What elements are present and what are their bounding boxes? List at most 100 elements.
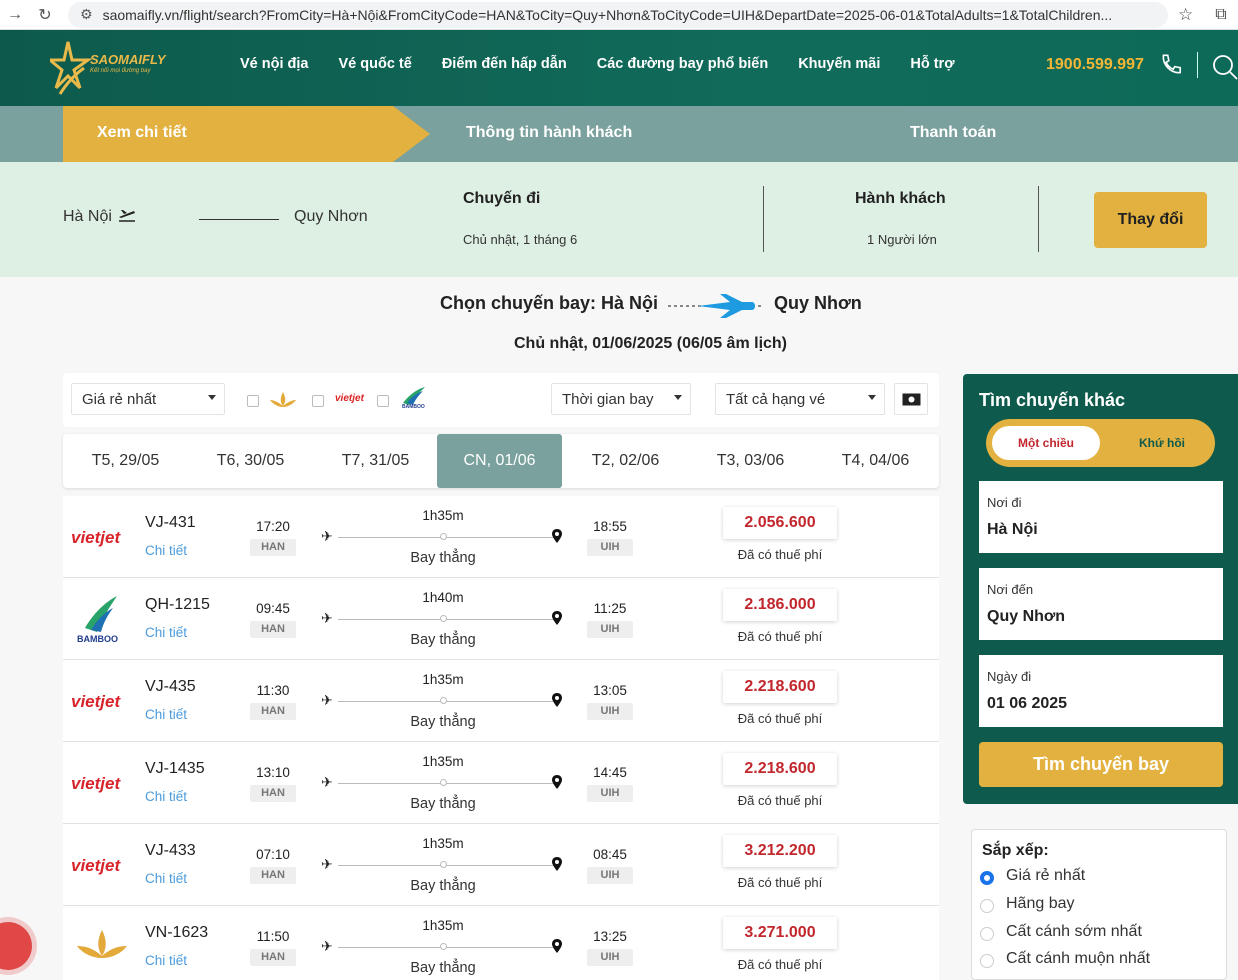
search-icon[interactable]: [1210, 52, 1238, 80]
price-button[interactable]: 2.218.600: [723, 671, 837, 703]
date-tab-active[interactable]: CN, 01/06: [437, 434, 562, 488]
price-button[interactable]: 2.186.000: [723, 589, 837, 621]
airline-filter-vna-checkbox[interactable]: [247, 395, 259, 407]
arrival-time: 08:45: [593, 847, 627, 862]
radio[interactable]: [980, 899, 994, 913]
nav-support[interactable]: Hỗ trợ: [910, 56, 954, 72]
filter-bar: Giá rẻ nhất vietjet BAMBOO Thời gian bay…: [63, 373, 939, 427]
flight-details-link[interactable]: Chi tiết: [145, 953, 187, 968]
cash-icon: [902, 393, 921, 406]
date-tab[interactable]: T7, 31/05: [313, 434, 438, 488]
price-display-toggle[interactable]: [894, 383, 928, 415]
flight-time-select[interactable]: Thời gian bay: [551, 383, 691, 415]
flight-duration: 1h35m: [422, 508, 464, 523]
step-details: Xem chi tiết: [97, 124, 187, 141]
origin-field[interactable]: Nơi đi Hà Nội: [979, 481, 1223, 553]
flight-details-link[interactable]: Chi tiết: [145, 707, 187, 722]
departure-airport-code: HAN: [250, 703, 296, 720]
search-flights-button[interactable]: Tìm chuyến bay: [979, 742, 1223, 787]
destination-label: Nơi đến: [987, 582, 1034, 597]
airplane-icon: ✈: [321, 774, 333, 790]
forward-icon[interactable]: →: [0, 6, 30, 24]
departure-airport-code: HAN: [250, 539, 296, 556]
radio[interactable]: [980, 927, 994, 941]
arrival-time: 13:05: [593, 683, 627, 698]
tax-included-note: Đã có thuế phí: [737, 875, 823, 890]
route-plane-icon: [668, 294, 764, 318]
nonstop-label: Bay thẳng: [410, 550, 476, 566]
track-midpoint: [440, 943, 447, 950]
date-tab[interactable]: T6, 30/05: [188, 434, 313, 488]
flight-details-link[interactable]: Chi tiết: [145, 789, 187, 804]
round-trip-option[interactable]: Khứ hồi: [1114, 426, 1210, 460]
price-button[interactable]: 3.212.200: [723, 835, 837, 867]
flight-row[interactable]: vietjet VJ-433 Chi tiết 07:10 HAN 1h35m ✈ Bay t…: [63, 824, 939, 906]
flight-track-line: [338, 701, 558, 702]
radio[interactable]: [980, 954, 994, 968]
track-midpoint: [440, 697, 447, 704]
bamboo-airways-logo: BAMBOO: [77, 596, 118, 644]
track-midpoint: [440, 533, 447, 540]
trip-heading: Chuyến đi: [463, 190, 541, 207]
reload-icon[interactable]: ↻: [30, 5, 60, 25]
bookmark-star-icon[interactable]: ☆: [1178, 5, 1193, 25]
flight-track-line: [338, 947, 558, 948]
departure-time: 13:10: [256, 765, 290, 780]
chevron-down-icon: [674, 395, 682, 400]
date-tab[interactable]: T4, 04/06: [813, 434, 938, 488]
depart-date-field[interactable]: Ngày đi 01 06 2025: [979, 655, 1223, 727]
flight-code: VJ-435: [145, 678, 196, 695]
vietjet-logo: vietjet: [71, 774, 121, 793]
change-search-button[interactable]: Thay đổi: [1094, 192, 1207, 248]
chevron-down-icon: [208, 395, 216, 400]
airline-filter-bamboo-checkbox[interactable]: [377, 395, 389, 407]
map-pin-icon: [552, 693, 562, 707]
vietjet-logo: vietjet: [71, 528, 121, 547]
date-tab[interactable]: T2, 02/06: [563, 434, 688, 488]
price-button[interactable]: 2.056.600: [723, 507, 837, 539]
fare-class-select[interactable]: Tất cả hạng vé: [715, 383, 885, 415]
flight-details-link[interactable]: Chi tiết: [145, 871, 187, 886]
extensions-icon[interactable]: ⧉: [1215, 6, 1226, 24]
bamboo-logo-text: BAMBOO: [77, 634, 118, 644]
nav-popular-routes[interactable]: Các đường bay phổ biến: [597, 56, 768, 72]
radio-selected[interactable]: [980, 871, 994, 885]
price-button[interactable]: 3.271.000: [723, 917, 837, 949]
flight-duration: 1h35m: [422, 918, 464, 933]
flight-row[interactable]: BAMBOO QH-1215 Chi tiết 09:45 HAN 1h40m ✈ Bay t…: [63, 578, 939, 660]
address-bar[interactable]: ⚙ saomaifly.vn/flight/search?FromCity=Hà…: [68, 1, 1168, 28]
airline-filter-vietjet-checkbox[interactable]: [312, 395, 324, 407]
logo-text: SAOMAIFLY: [90, 52, 166, 67]
chat-widget-button[interactable]: [0, 922, 32, 970]
flight-row[interactable]: vietjet VJ-431 Chi tiết 17:20 HAN 1h35m ✈ Bay t…: [63, 496, 939, 578]
sort-select-value: Giá rẻ nhất: [82, 391, 157, 408]
nav-domestic[interactable]: Vé nội địa: [240, 56, 309, 72]
one-way-option[interactable]: Một chiều: [992, 426, 1100, 460]
flight-row[interactable]: vietjet VJ-1435 Chi tiết 13:10 HAN 1h35m ✈ Bay …: [63, 742, 939, 824]
flight-code: VJ-431: [145, 514, 196, 531]
flight-row[interactable]: vietjet VJ-435 Chi tiết 11:30 HAN 1h35m ✈ Bay t…: [63, 660, 939, 742]
search-again-title: Tìm chuyến khác: [979, 390, 1126, 410]
price-button[interactable]: 2.218.600: [723, 753, 837, 785]
destination-field[interactable]: Nơi đến Quy Nhơn: [979, 568, 1223, 640]
tax-included-note: Đã có thuế phí: [737, 711, 823, 726]
site-settings-icon[interactable]: ⚙: [80, 6, 93, 23]
sort-select[interactable]: Giá rẻ nhất: [71, 383, 225, 415]
departure-time: 11:30: [256, 683, 290, 698]
arrival-time: 18:55: [593, 519, 627, 534]
flight-details-link[interactable]: Chi tiết: [145, 625, 187, 640]
nav-promotions[interactable]: Khuyến mãi: [798, 56, 880, 72]
map-pin-icon: [552, 939, 562, 953]
hotline-number[interactable]: 1900.599.997: [1046, 56, 1144, 74]
arrival-time: 14:45: [593, 765, 627, 780]
flight-details-link[interactable]: Chi tiết: [145, 543, 187, 558]
date-tab[interactable]: T3, 03/06: [688, 434, 813, 488]
flight-row[interactable]: VN-1623 Chi tiết 11:50 HAN 1h35m ✈ Bay thẳng 13…: [63, 906, 939, 980]
phone-icon[interactable]: [1158, 52, 1184, 78]
chevron-down-icon: [868, 395, 876, 400]
map-pin-icon: [552, 775, 562, 789]
nav-international[interactable]: Vé quốc tế: [339, 56, 412, 72]
date-tab[interactable]: T5, 29/05: [63, 434, 188, 488]
nav-destinations[interactable]: Điểm đến hấp dẫn: [442, 56, 567, 72]
route-date: Chủ nhật, 01/06/2025 (06/05 âm lịch): [514, 335, 788, 352]
